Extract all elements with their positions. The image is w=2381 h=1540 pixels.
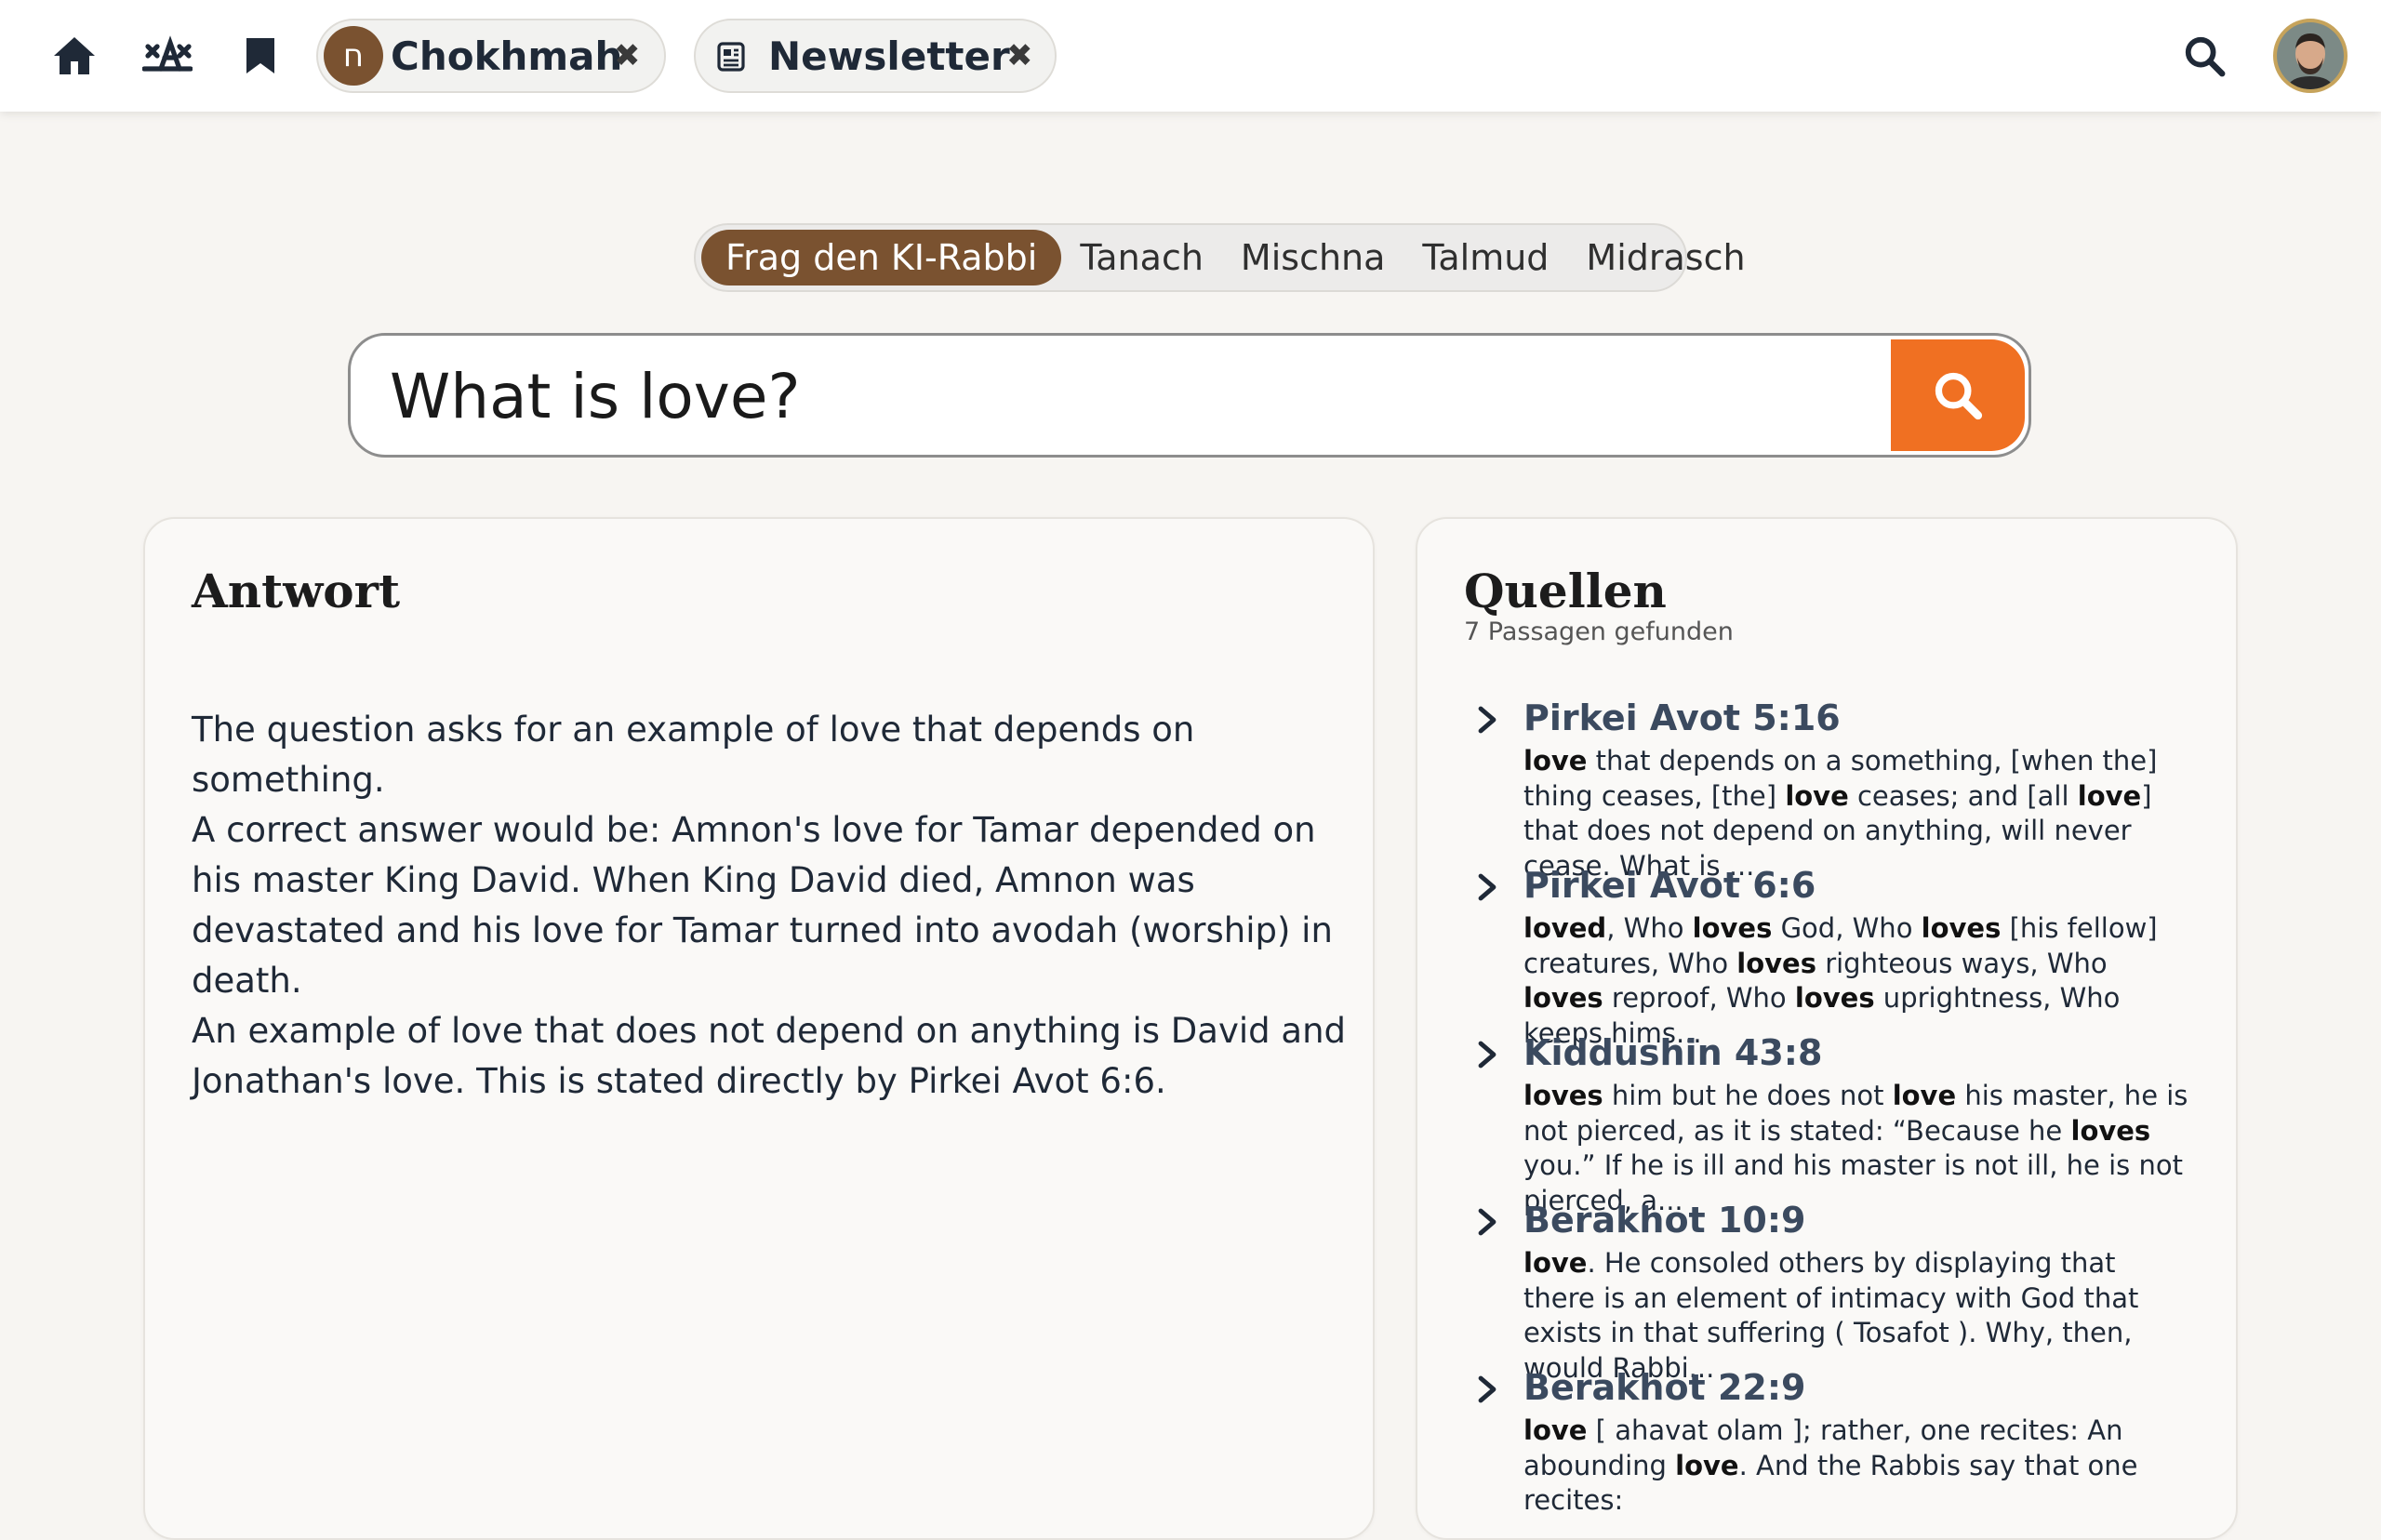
highlighted-keyword: loves: [1692, 912, 1773, 944]
bookmark-icon[interactable]: [233, 28, 288, 84]
highlighted-keyword: loves: [2070, 1114, 2151, 1147]
excerpt-text: ceases; and [all: [1848, 779, 2078, 812]
chokhmah-chip[interactable]: ח Chokhmah ✖: [316, 19, 666, 93]
highlighted-keyword: loves: [1523, 1080, 1603, 1111]
highlighted-keyword: loves: [1921, 912, 2002, 944]
source-excerpt: love that depends on a something, [when …: [1523, 744, 2193, 883]
sources-title: Quellen: [1464, 564, 1667, 618]
highlighted-keyword: love: [1892, 1080, 1957, 1111]
highlighted-keyword: love: [2077, 779, 2142, 812]
highlighted-keyword: loved: [1523, 912, 1607, 944]
highlighted-keyword: love: [1523, 745, 1588, 777]
tab-tanach[interactable]: Tanach: [1061, 230, 1222, 285]
tab-ai-rabbi[interactable]: Frag den KI-Rabbi: [701, 230, 1062, 285]
chevron-right-icon[interactable]: [1473, 1371, 1501, 1408]
source-reference[interactable]: Pirkei Avot 5:16: [1523, 697, 1841, 738]
source-reference[interactable]: Kiddushin 43:8: [1523, 1032, 1822, 1073]
highlighted-keyword: love: [1785, 779, 1849, 812]
highlighted-keyword: love: [1523, 1247, 1588, 1279]
chevron-right-icon[interactable]: [1473, 1036, 1501, 1073]
highlighted-keyword: loves: [1523, 982, 1603, 1014]
highlighted-keyword: love: [1523, 1414, 1588, 1446]
newsletter-chip[interactable]: Newsletter ✖: [694, 19, 1057, 93]
source-excerpt: loved, Who loves God, Who loves [his fel…: [1523, 911, 2193, 1051]
close-icon[interactable]: ✖: [1006, 37, 1033, 74]
source-excerpt: love [ ahavat olam ]; rather, one recite…: [1523, 1414, 2193, 1519]
excerpt-text: reproof, Who: [1603, 982, 1795, 1014]
newspaper-icon: [716, 41, 748, 73]
home-icon[interactable]: [47, 28, 102, 84]
excerpt-text: . He consoled others by displaying that …: [1523, 1247, 2139, 1384]
answer-paragraph: An example of love that does not depend …: [192, 1011, 1346, 1101]
highlighted-keyword: loves: [1736, 947, 1816, 979]
close-icon[interactable]: ✖: [614, 37, 641, 74]
answer-title: Antwort: [192, 564, 401, 618]
source-reference[interactable]: Berakhot 22:9: [1523, 1367, 1805, 1408]
chip-label-newsletter: Newsletter: [768, 33, 1010, 79]
source-reference[interactable]: Berakhot 10:9: [1523, 1200, 1805, 1241]
alef-bet-icon[interactable]: [140, 28, 195, 84]
sources-card: Quellen 7 Passagen gefunden Pirkei Avot …: [1416, 517, 2238, 1540]
avatar[interactable]: [2273, 19, 2348, 93]
chip-label-chokhmah: Chokhmah: [391, 33, 623, 79]
excerpt-text: , Who: [1606, 912, 1693, 944]
search-icon: [1935, 372, 1983, 420]
search-icon[interactable]: [2176, 28, 2232, 84]
sources-count: 7 Passagen gefunden: [1464, 617, 1734, 646]
source-reference[interactable]: Pirkei Avot 6:6: [1523, 865, 1816, 906]
tab-midrasch[interactable]: Midrasch: [1567, 230, 1763, 285]
highlighted-keyword: love: [1675, 1449, 1739, 1481]
corpus-tabs: Frag den KI-Rabbi Tanach Mischna Talmud …: [694, 223, 1746, 292]
question-search-box: [348, 333, 2031, 458]
chevron-right-icon[interactable]: [1473, 1203, 1501, 1241]
answer-paragraph: The question asks for an example of love…: [192, 710, 1195, 800]
search-submit-button[interactable]: [1891, 339, 2025, 451]
chevron-right-icon[interactable]: [1473, 701, 1501, 738]
top-navigation-bar: ח Chokhmah ✖ Newsletter ✖: [0, 0, 2381, 112]
source-excerpt: love. He consoled others by displaying t…: [1523, 1246, 2193, 1386]
answer-paragraph: A correct answer would be: Amnon's love …: [192, 810, 1333, 1001]
question-input[interactable]: [388, 336, 1861, 455]
tab-talmud[interactable]: Talmud: [1403, 230, 1567, 285]
tab-mischna[interactable]: Mischna: [1222, 230, 1404, 285]
highlighted-keyword: loves: [1794, 982, 1875, 1014]
chevron-right-icon[interactable]: [1473, 869, 1501, 906]
chokhmah-logo-icon: ח: [324, 26, 383, 86]
source-excerpt: loves him but he does not love his maste…: [1523, 1079, 2193, 1218]
answer-card: Antwort The question asks for an example…: [143, 517, 1375, 1540]
excerpt-text: God, Who: [1772, 912, 1922, 944]
excerpt-text: him but he does not: [1603, 1080, 1893, 1111]
excerpt-text: righteous ways, Who: [1816, 947, 2108, 979]
